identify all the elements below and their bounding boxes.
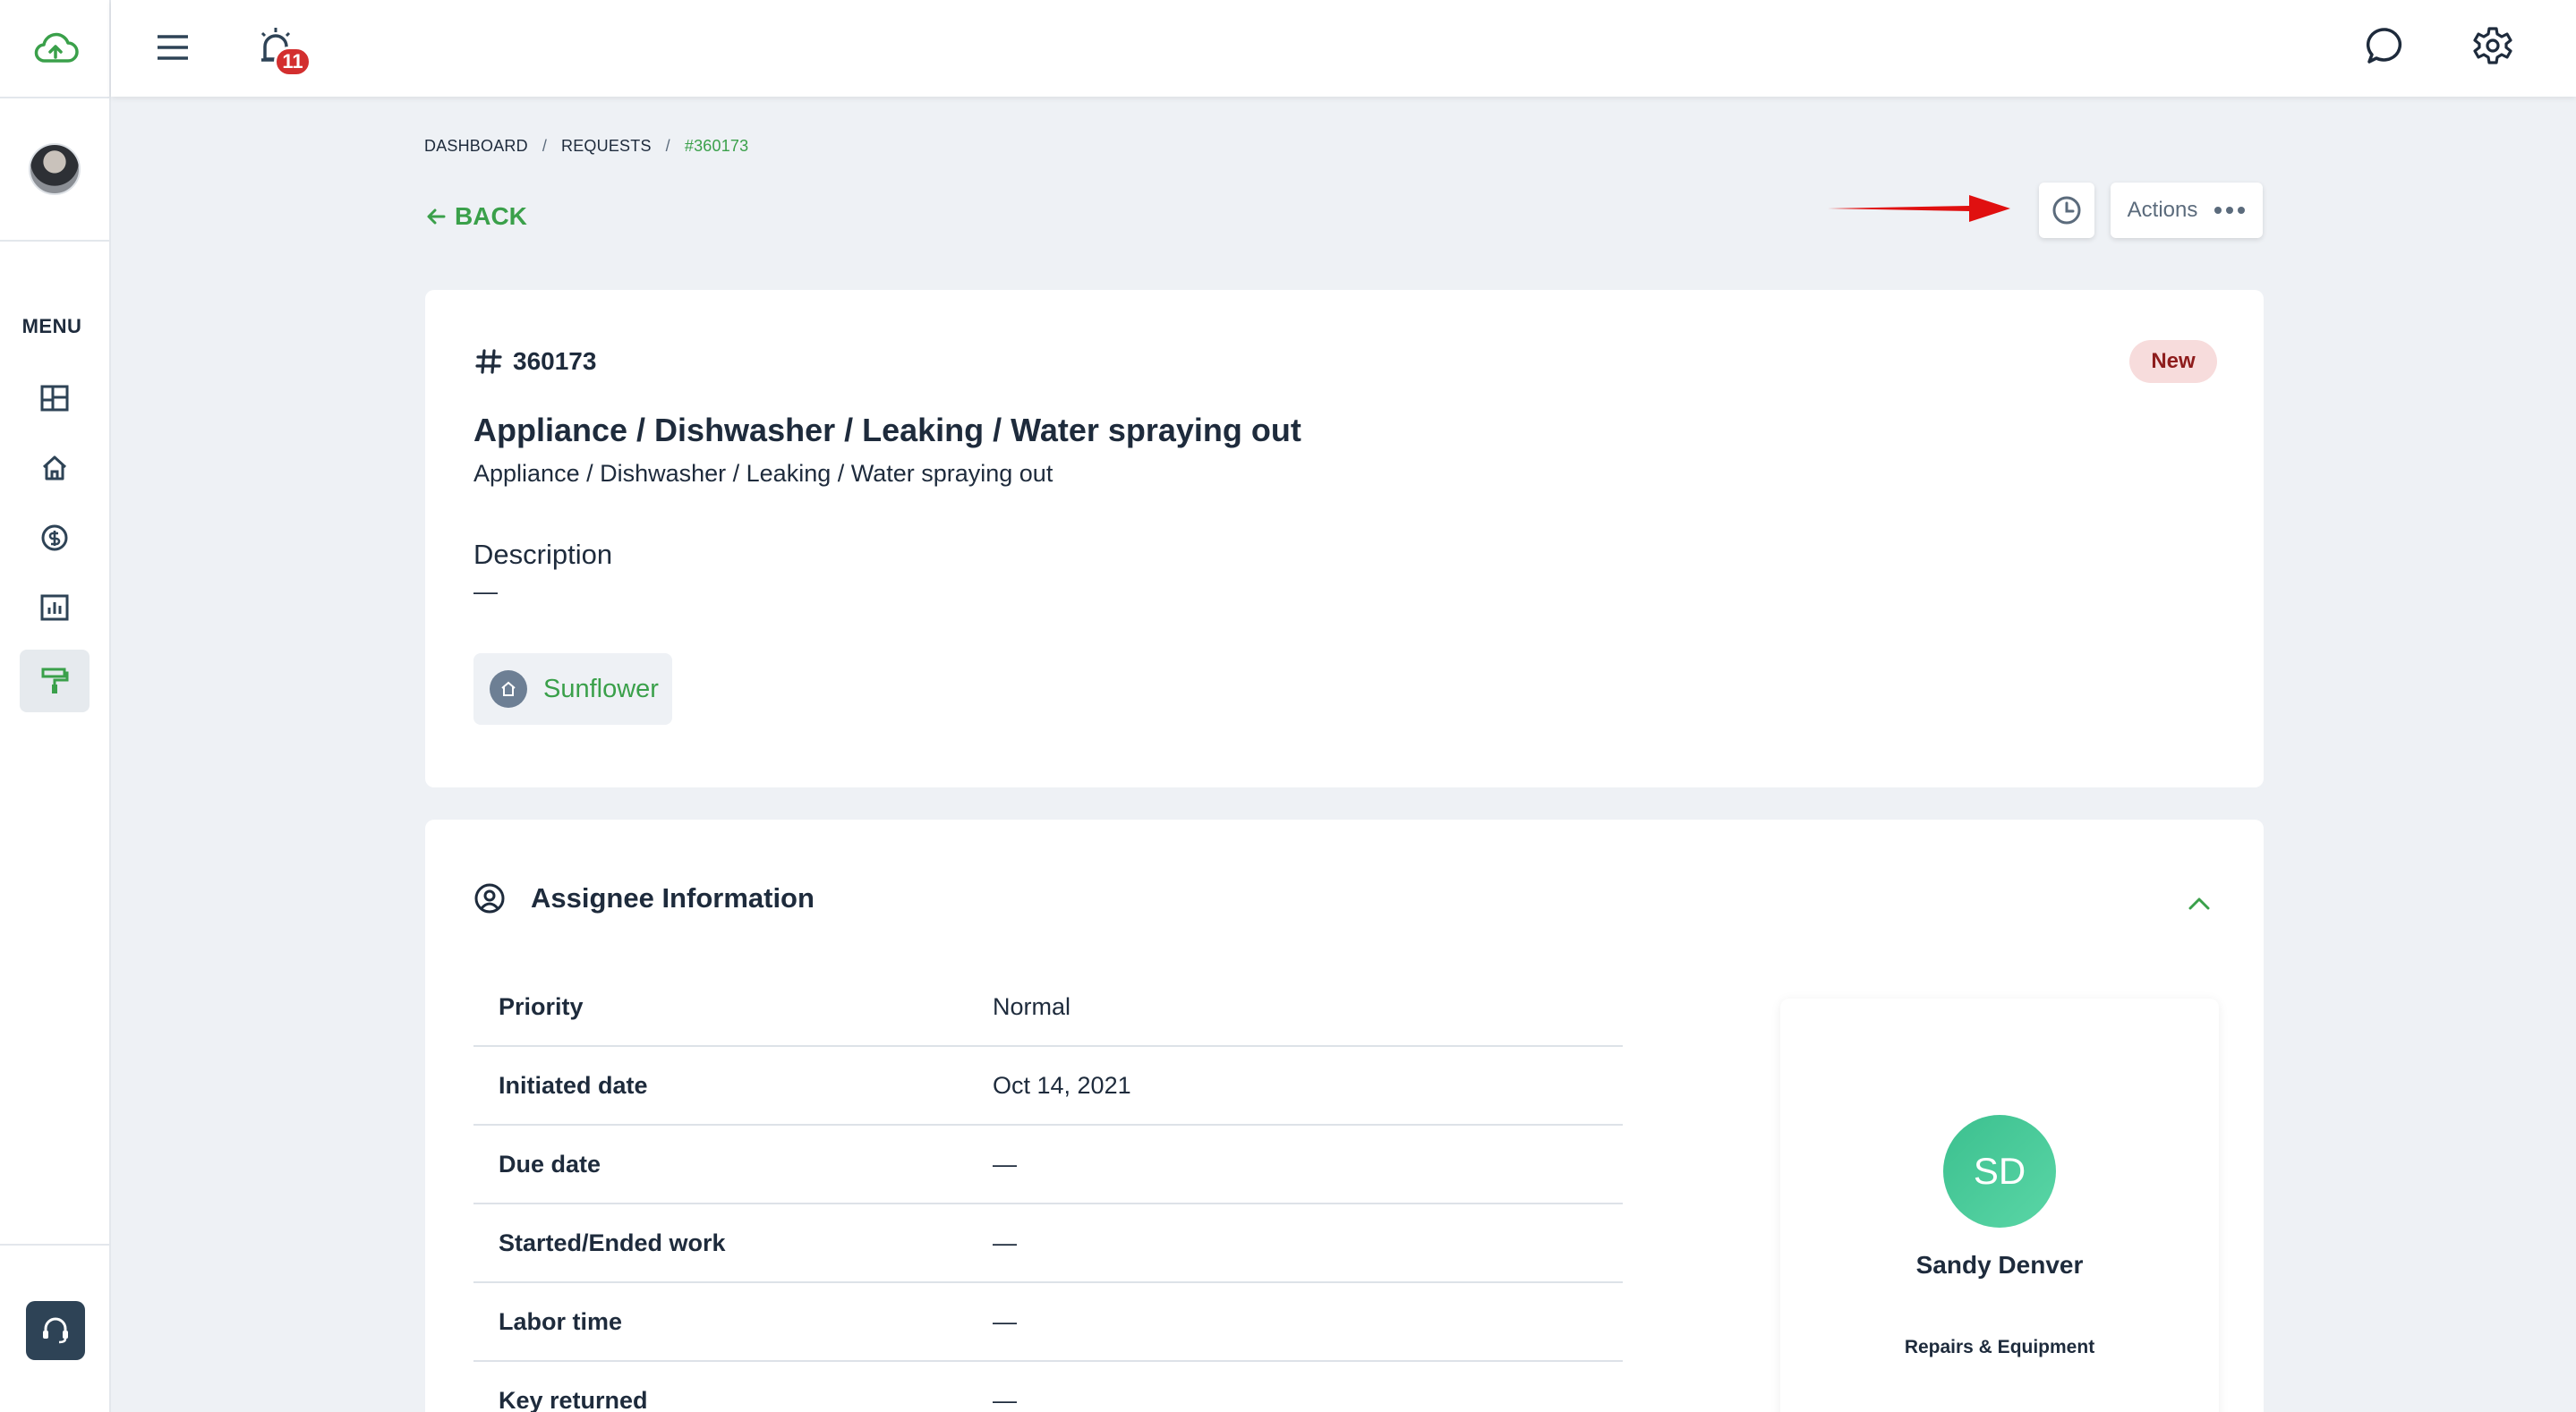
dollar-circle-icon — [41, 524, 68, 551]
history-button[interactable] — [2039, 183, 2094, 238]
breadcrumb-separator: / — [665, 137, 670, 155]
sidebar-item-finance[interactable] — [20, 506, 90, 569]
top-bar: 11 — [111, 0, 2576, 97]
headset-icon — [43, 1317, 68, 1344]
clock-icon — [2052, 196, 2081, 225]
sidebar-item-maintenance[interactable] — [20, 650, 90, 712]
chat-button[interactable] — [2365, 25, 2410, 70]
breadcrumb-separator: / — [542, 137, 548, 155]
info-value: — — [993, 1386, 1017, 1412]
paint-roller-icon — [41, 668, 69, 693]
info-value: Oct 14, 2021 — [993, 1071, 1131, 1099]
info-label: Due date — [499, 1150, 601, 1178]
dashboard-grid-icon — [40, 385, 69, 412]
sidebar-divider — [0, 1244, 111, 1246]
avatar[interactable] — [29, 143, 81, 195]
property-chip[interactable]: Sunflower — [473, 653, 672, 725]
back-label: BACK — [455, 202, 527, 230]
assignee-section-header[interactable]: Assignee Information — [473, 882, 815, 914]
info-label: Initiated date — [499, 1071, 648, 1099]
hamburger-icon — [158, 35, 188, 60]
breadcrumb-requests[interactable]: REQUESTS — [561, 137, 652, 156]
actions-label: Actions — [2127, 198, 2198, 222]
sidebar-item-home[interactable] — [20, 437, 90, 499]
arrow-left-icon — [427, 208, 446, 225]
info-row-started-ended-work: Started/Ended work — — [473, 1204, 1623, 1283]
info-value: — — [993, 1229, 1017, 1256]
assignee-heading: Assignee Information — [531, 882, 815, 914]
info-value: — — [993, 1150, 1017, 1178]
info-row-key-returned: Key returned — — [473, 1362, 1623, 1412]
request-id-value: 360173 — [513, 347, 597, 375]
assignee-name: Sandy Denver — [1915, 1251, 2084, 1279]
info-value: Normal — [993, 992, 1071, 1020]
actions-button[interactable]: Actions — [2111, 183, 2263, 238]
request-card: 360173 New Appliance / Dishwasher / Leak… — [425, 290, 2264, 787]
user-circle-icon — [474, 883, 505, 914]
info-row-initiated-date: Initiated date Oct 14, 2021 — [473, 1047, 1623, 1126]
support-button[interactable] — [26, 1301, 85, 1360]
sidebar-divider — [0, 97, 111, 98]
assignee-role: Repairs & Equipment — [1904, 1337, 2095, 1357]
annotation-arrow-icon — [1828, 195, 2010, 222]
cloud-upload-icon[interactable] — [0, 0, 111, 97]
assignee-info-table: Priority Normal Initiated date Oct 14, 2… — [473, 968, 1623, 1412]
assignee-avatar: SD — [1943, 1115, 2056, 1228]
menu-label: MENU — [21, 315, 82, 337]
sidebar: MENU — [0, 0, 111, 1412]
sidebar-divider — [0, 240, 111, 242]
info-label: Key returned — [499, 1386, 648, 1412]
assignee-person-card[interactable]: SD Sandy Denver Repairs & Equipment — [1780, 999, 2219, 1412]
home-icon — [42, 455, 67, 481]
bar-chart-icon — [40, 594, 69, 621]
assignee-card: Assignee Information Priority Normal Ini… — [425, 820, 2264, 1412]
notification-count-badge: 11 — [274, 47, 311, 77]
description-label: Description — [473, 539, 613, 570]
description-value: — — [473, 578, 498, 605]
info-label: Priority — [499, 992, 584, 1020]
sidebar-item-dashboard[interactable] — [20, 367, 90, 430]
info-value: — — [993, 1307, 1017, 1335]
breadcrumb: DASHBOARD / REQUESTS / #360173 — [424, 137, 748, 156]
request-subtitle: Appliance / Dishwasher / Leaking / Water… — [473, 460, 1053, 487]
back-button[interactable]: BACK — [426, 202, 527, 231]
request-id: 360173 — [475, 347, 596, 376]
hamburger-menu-button[interactable] — [152, 27, 193, 68]
gear-icon — [2473, 27, 2512, 64]
info-row-due-date: Due date — — [473, 1126, 1623, 1204]
info-row-labor-time: Labor time — — [473, 1283, 1623, 1362]
info-row-priority: Priority Normal — [473, 968, 1623, 1047]
settings-button[interactable] — [2472, 25, 2517, 70]
sidebar-item-reports[interactable] — [20, 576, 90, 639]
status-badge: New — [2129, 340, 2217, 383]
chat-icon — [2366, 28, 2401, 64]
request-title: Appliance / Dishwasher / Leaking / Water… — [473, 412, 1301, 448]
hash-icon — [475, 349, 502, 374]
breadcrumb-dashboard[interactable]: DASHBOARD — [424, 137, 528, 156]
property-name: Sunflower — [543, 674, 659, 703]
chevron-up-icon[interactable] — [2187, 895, 2212, 913]
more-dots-icon — [2214, 207, 2246, 214]
breadcrumb-current: #360173 — [684, 137, 749, 155]
info-label: Started/Ended work — [499, 1229, 726, 1256]
property-home-icon — [490, 670, 527, 708]
info-label: Labor time — [499, 1307, 623, 1335]
